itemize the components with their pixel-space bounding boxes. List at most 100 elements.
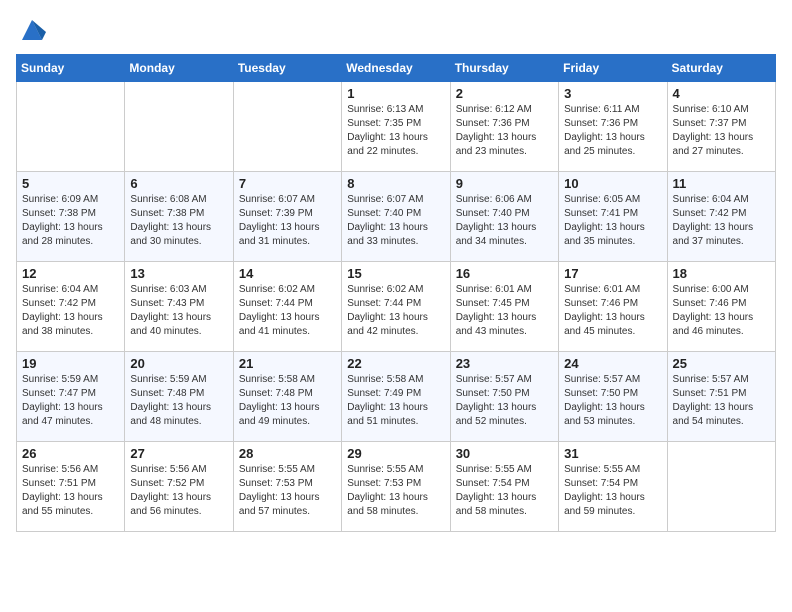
day-number: 27 (130, 446, 227, 461)
calendar-cell: 17 Sunrise: 6:01 AMSunset: 7:46 PMDayligh… (559, 262, 667, 352)
calendar-cell: 10 Sunrise: 6:05 AMSunset: 7:41 PMDayligh… (559, 172, 667, 262)
calendar-cell: 26Sunrise: 5:56 AMSunset: 7:51 PMDayligh… (17, 442, 125, 532)
cell-info: Sunrise: 5:55 AMSunset: 7:54 PMDaylight:… (456, 463, 553, 519)
col-header-tuesday: Tuesday (233, 55, 341, 82)
calendar-cell: 7Sunrise: 6:07 AMSunset: 7:39 PMDaylight… (233, 172, 341, 262)
cell-info: Sunrise: 5:57 AMSunset: 7:51 PMDaylight:… (673, 373, 770, 429)
calendar-cell: 14 Sunrise: 6:02 AMSunset: 7:44 PMDayligh… (233, 262, 341, 352)
cell-info: Sunrise: 6:02 AMSunset: 7:44 PMDaylight:… (239, 283, 336, 339)
day-number: 2 (456, 86, 553, 101)
day-number: 24 (564, 356, 661, 371)
cell-info: Sunrise: 5:58 AMSunset: 7:49 PMDaylight:… (347, 373, 444, 429)
calendar-week-row: 1 Sunrise: 6:13 AMSunset: 7:35 PMDaylight… (17, 82, 776, 172)
cell-info: Sunrise: 5:58 AMSunset: 7:48 PMDaylight:… (239, 373, 336, 429)
calendar-cell (125, 82, 233, 172)
cell-info: Sunrise: 5:59 AMSunset: 7:47 PMDaylight:… (22, 373, 119, 429)
day-number: 4 (673, 86, 770, 101)
day-number: 11 (673, 176, 770, 191)
calendar-cell: 15 Sunrise: 6:02 AMSunset: 7:44 PMDayligh… (342, 262, 450, 352)
calendar-cell: 27 Sunrise: 5:56 AMSunset: 7:52 PMDayligh… (125, 442, 233, 532)
day-number: 15 (347, 266, 444, 281)
calendar-cell: 24 Sunrise: 5:57 AMSunset: 7:50 PMDayligh… (559, 352, 667, 442)
calendar-cell (17, 82, 125, 172)
calendar-cell (667, 442, 775, 532)
col-header-sunday: Sunday (17, 55, 125, 82)
calendar-cell: 1 Sunrise: 6:13 AMSunset: 7:35 PMDaylight… (342, 82, 450, 172)
logo (16, 16, 46, 44)
day-number: 28 (239, 446, 336, 461)
calendar-cell: 28 Sunrise: 5:55 AMSunset: 7:53 PMDayligh… (233, 442, 341, 532)
cell-info: Sunrise: 6:12 AMSunset: 7:36 PMDaylight:… (456, 103, 553, 159)
day-number: 26 (22, 446, 119, 461)
day-number: 18 (673, 266, 770, 281)
day-number: 22 (347, 356, 444, 371)
cell-info: Sunrise: 6:07 AMSunset: 7:40 PMDaylight:… (347, 193, 444, 249)
day-number: 5 (22, 176, 119, 191)
cell-info: Sunrise: 6:11 AMSunset: 7:36 PMDaylight:… (564, 103, 661, 159)
day-number: 12 (22, 266, 119, 281)
col-header-wednesday: Wednesday (342, 55, 450, 82)
calendar-cell: 12 Sunrise: 6:04 AMSunset: 7:42 PMDayligh… (17, 262, 125, 352)
calendar-cell: 5 Sunrise: 6:09 AMSunset: 7:38 PMDaylight… (17, 172, 125, 262)
day-number: 30 (456, 446, 553, 461)
day-number: 1 (347, 86, 444, 101)
calendar-cell: 16Sunrise: 6:01 AMSunset: 7:45 PMDayligh… (450, 262, 558, 352)
calendar-cell: 6 Sunrise: 6:08 AMSunset: 7:38 PMDaylight… (125, 172, 233, 262)
cell-info: Sunrise: 6:08 AMSunset: 7:38 PMDaylight:… (130, 193, 227, 249)
calendar-cell: 22 Sunrise: 5:58 AMSunset: 7:49 PMDayligh… (342, 352, 450, 442)
cell-info: Sunrise: 6:04 AMSunset: 7:42 PMDaylight:… (673, 193, 770, 249)
calendar-week-row: 12 Sunrise: 6:04 AMSunset: 7:42 PMDayligh… (17, 262, 776, 352)
logo-icon (18, 16, 46, 44)
cell-info: Sunrise: 6:02 AMSunset: 7:44 PMDaylight:… (347, 283, 444, 339)
day-number: 20 (130, 356, 227, 371)
calendar-cell: 18 Sunrise: 6:00 AMSunset: 7:46 PMDayligh… (667, 262, 775, 352)
day-number: 21 (239, 356, 336, 371)
cell-info: Sunrise: 6:00 AMSunset: 7:46 PMDaylight:… (673, 283, 770, 339)
cell-info: Sunrise: 6:10 AMSunset: 7:37 PMDaylight:… (673, 103, 770, 159)
calendar-cell: 11 Sunrise: 6:04 AMSunset: 7:42 PMDayligh… (667, 172, 775, 262)
calendar-cell: 3Sunrise: 6:11 AMSunset: 7:36 PMDaylight… (559, 82, 667, 172)
day-number: 25 (673, 356, 770, 371)
cell-info: Sunrise: 6:09 AMSunset: 7:38 PMDaylight:… (22, 193, 119, 249)
day-number: 17 (564, 266, 661, 281)
calendar-cell: 30 Sunrise: 5:55 AMSunset: 7:54 PMDayligh… (450, 442, 558, 532)
cell-info: Sunrise: 6:01 AMSunset: 7:46 PMDaylight:… (564, 283, 661, 339)
cell-info: Sunrise: 5:56 AMSunset: 7:52 PMDaylight:… (130, 463, 227, 519)
calendar-table: SundayMondayTuesdayWednesdayThursdayFrid… (16, 54, 776, 532)
col-header-thursday: Thursday (450, 55, 558, 82)
cell-info: Sunrise: 6:06 AMSunset: 7:40 PMDaylight:… (456, 193, 553, 249)
cell-info: Sunrise: 5:55 AMSunset: 7:53 PMDaylight:… (347, 463, 444, 519)
cell-info: Sunrise: 5:55 AMSunset: 7:53 PMDaylight:… (239, 463, 336, 519)
day-number: 14 (239, 266, 336, 281)
calendar-cell: 13Sunrise: 6:03 AMSunset: 7:43 PMDayligh… (125, 262, 233, 352)
day-number: 10 (564, 176, 661, 191)
calendar-cell: 29 Sunrise: 5:55 AMSunset: 7:53 PMDayligh… (342, 442, 450, 532)
day-number: 6 (130, 176, 227, 191)
calendar-header-row: SundayMondayTuesdayWednesdayThursdayFrid… (17, 55, 776, 82)
calendar-week-row: 26Sunrise: 5:56 AMSunset: 7:51 PMDayligh… (17, 442, 776, 532)
day-number: 9 (456, 176, 553, 191)
cell-info: Sunrise: 5:55 AMSunset: 7:54 PMDaylight:… (564, 463, 661, 519)
cell-info: Sunrise: 5:57 AMSunset: 7:50 PMDaylight:… (564, 373, 661, 429)
calendar-cell: 19Sunrise: 5:59 AMSunset: 7:47 PMDayligh… (17, 352, 125, 442)
col-header-friday: Friday (559, 55, 667, 82)
cell-info: Sunrise: 6:13 AMSunset: 7:35 PMDaylight:… (347, 103, 444, 159)
cell-info: Sunrise: 6:03 AMSunset: 7:43 PMDaylight:… (130, 283, 227, 339)
page-header (16, 16, 776, 44)
day-number: 29 (347, 446, 444, 461)
cell-info: Sunrise: 6:05 AMSunset: 7:41 PMDaylight:… (564, 193, 661, 249)
calendar-cell: 23 Sunrise: 5:57 AMSunset: 7:50 PMDayligh… (450, 352, 558, 442)
calendar-week-row: 19Sunrise: 5:59 AMSunset: 7:47 PMDayligh… (17, 352, 776, 442)
col-header-monday: Monday (125, 55, 233, 82)
calendar-cell: 21 Sunrise: 5:58 AMSunset: 7:48 PMDayligh… (233, 352, 341, 442)
calendar-cell: 4 Sunrise: 6:10 AMSunset: 7:37 PMDaylight… (667, 82, 775, 172)
cell-info: Sunrise: 6:04 AMSunset: 7:42 PMDaylight:… (22, 283, 119, 339)
calendar-cell: 25 Sunrise: 5:57 AMSunset: 7:51 PMDayligh… (667, 352, 775, 442)
calendar-cell: 9 Sunrise: 6:06 AMSunset: 7:40 PMDaylight… (450, 172, 558, 262)
calendar-cell (233, 82, 341, 172)
cell-info: Sunrise: 5:57 AMSunset: 7:50 PMDaylight:… (456, 373, 553, 429)
day-number: 31 (564, 446, 661, 461)
calendar-cell: 2 Sunrise: 6:12 AMSunset: 7:36 PMDaylight… (450, 82, 558, 172)
day-number: 23 (456, 356, 553, 371)
day-number: 8 (347, 176, 444, 191)
